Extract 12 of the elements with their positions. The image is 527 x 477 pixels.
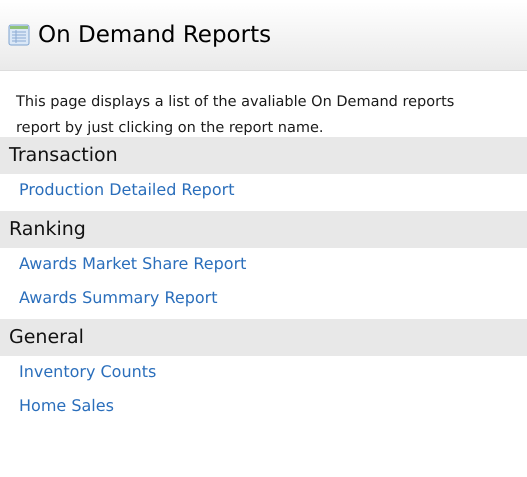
section-header: Ranking [0, 211, 527, 248]
report-link[interactable]: Inventory Counts [19, 360, 156, 383]
table-icon [8, 24, 30, 46]
report-link[interactable]: Awards Market Share Report [19, 252, 246, 275]
report-link[interactable]: Home Sales [19, 394, 114, 417]
description-text: This page displays a list of the avaliable On Demand reports [16, 93, 456, 112]
section-header: Transaction [0, 137, 527, 174]
section-header: General [0, 319, 527, 356]
report-link[interactable]: Awards Summary Report [19, 286, 218, 309]
page-title: On Demand Reports [38, 22, 272, 48]
report-link[interactable]: Production Detailed Report [19, 178, 234, 201]
description-text: report by just clicking on the report name. [16, 119, 324, 138]
